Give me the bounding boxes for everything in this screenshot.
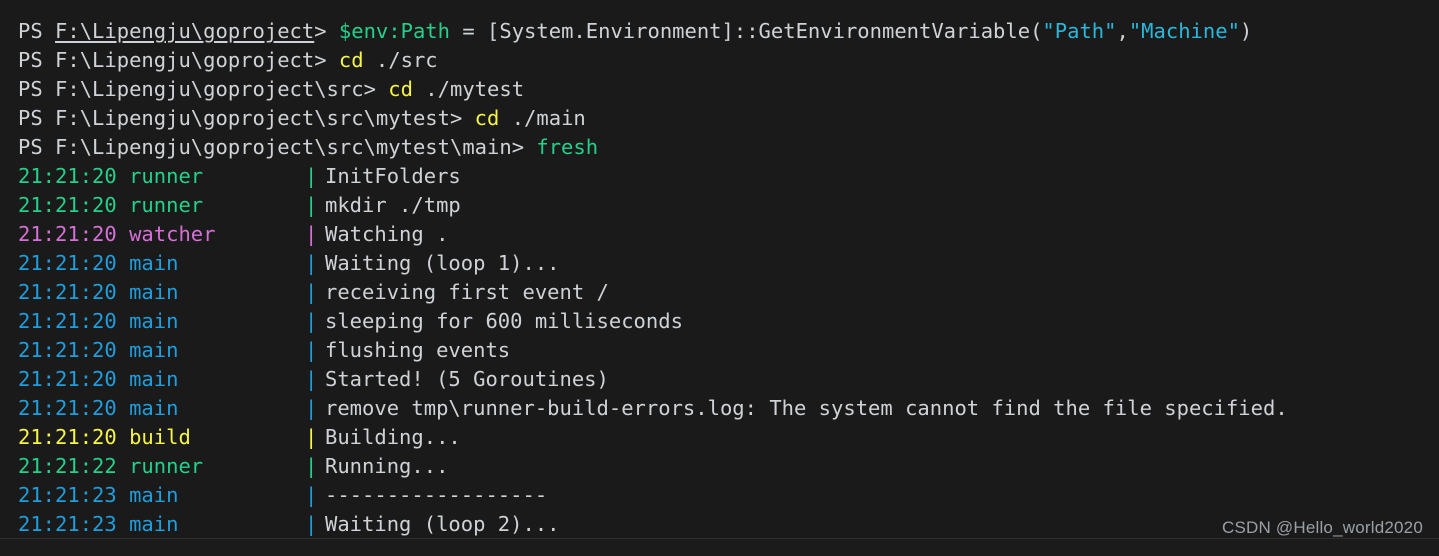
log-line: 21:21:20 main | Waiting (loop 1)... xyxy=(18,249,1439,278)
log-separator-pipe: | xyxy=(305,396,318,420)
log-line: 21:21:20 main | Started! (5 Goroutines) xyxy=(18,365,1439,394)
log-timestamp-tag: 21:21:22 runner xyxy=(18,454,204,478)
log-timestamp-tag: 21:21:20 main xyxy=(18,396,179,420)
log-separator-pipe: | xyxy=(305,222,318,246)
log-line: 21:21:23 main | Waiting (loop 2)... xyxy=(18,510,1439,538)
log-message: receiving first event / xyxy=(325,280,609,304)
prompt-shell-label: PS xyxy=(18,77,43,101)
prompt-path: F:\Lipengju\goproject xyxy=(55,48,315,72)
terminal-window[interactable]: PS F:\Lipengju\goproject> $env:Path = [S… xyxy=(0,0,1439,556)
prompt-shell-label: PS xyxy=(18,106,43,130)
log-timestamp-tag: 21:21:23 main xyxy=(18,512,179,536)
terminal-output-area[interactable]: PS F:\Lipengju\goproject> $env:Path = [S… xyxy=(0,0,1439,538)
log-timestamp-tag: 21:21:20 main xyxy=(18,251,179,275)
log-separator-pipe: | xyxy=(305,425,318,449)
log-separator-pipe: | xyxy=(305,251,318,275)
command-token: cd xyxy=(388,77,413,101)
command-token: , xyxy=(1116,19,1129,43)
log-message: Started! (5 Goroutines) xyxy=(325,367,609,391)
prompt-caret: > xyxy=(363,77,376,101)
prompt-path: F:\Lipengju\goproject\src\mytest xyxy=(55,106,450,130)
prompt-line: PS F:\Lipengju\goproject> $env:Path = [S… xyxy=(18,17,1439,46)
log-separator-pipe: | xyxy=(305,193,318,217)
log-separator-pipe: | xyxy=(305,483,318,507)
log-message: mkdir ./tmp xyxy=(325,193,461,217)
log-line: 21:21:20 runner | mkdir ./tmp xyxy=(18,191,1439,220)
log-line: 21:21:20 watcher | Watching . xyxy=(18,220,1439,249)
command-token: ./main xyxy=(499,106,586,130)
log-message: Building... xyxy=(325,425,461,449)
prompt-caret: > xyxy=(449,106,463,130)
log-timestamp-tag: 21:21:20 runner xyxy=(18,164,204,188)
prompt-path: F:\Lipengju\goproject xyxy=(55,19,315,43)
prompt-line: PS F:\Lipengju\goproject\src\mytest\main… xyxy=(18,133,1439,162)
log-timestamp-tag: 21:21:20 main xyxy=(18,367,179,391)
command-token: $env:Path xyxy=(338,19,450,43)
log-line: 21:21:20 main | sleeping for 600 milliseco… xyxy=(18,307,1439,336)
log-timestamp-tag: 21:21:20 main xyxy=(18,280,179,304)
command-token: "Path" xyxy=(1042,19,1117,43)
command-token: cd xyxy=(474,106,500,130)
log-message: remove tmp\runner-build-errors.log: The … xyxy=(325,396,1288,420)
command-token: ) xyxy=(1239,19,1253,43)
log-separator-pipe: | xyxy=(305,338,318,362)
log-message: Watching . xyxy=(325,222,449,246)
command-token: ./mytest xyxy=(412,77,525,101)
log-line: 21:21:22 runner | Running... xyxy=(18,452,1439,481)
log-timestamp-tag: 21:21:20 main xyxy=(18,338,179,362)
prompt-caret: > xyxy=(314,48,327,72)
log-line: 21:21:23 main | ------------------ xyxy=(18,481,1439,510)
command-token: = [System.Environment]::GetEnvironmentVa… xyxy=(450,19,1043,43)
log-separator-pipe: | xyxy=(305,454,318,478)
terminal-bottom-strip xyxy=(0,538,1439,556)
log-line: 21:21:20 main | receiving first event / xyxy=(18,278,1439,307)
prompt-shell-label: PS xyxy=(18,135,43,159)
log-line: 21:21:20 main | remove tmp\runner-build-er… xyxy=(18,394,1439,423)
command-token: cd xyxy=(338,48,364,72)
log-separator-pipe: | xyxy=(305,164,318,188)
log-separator-pipe: | xyxy=(305,367,318,391)
log-message: Waiting (loop 1)... xyxy=(325,251,560,275)
log-message: ------------------ xyxy=(325,483,548,507)
log-message: Waiting (loop 2)... xyxy=(325,512,560,536)
log-timestamp-tag: 21:21:20 main xyxy=(18,309,179,333)
log-message: Running... xyxy=(325,454,449,478)
log-message: InitFolders xyxy=(325,164,461,188)
log-timestamp-tag: 21:21:20 runner xyxy=(18,193,204,217)
log-message: flushing events xyxy=(325,338,511,362)
log-line: 21:21:20 main | flushing events xyxy=(18,336,1439,365)
log-line: 21:21:20 runner | InitFolders xyxy=(18,162,1439,191)
prompt-path: F:\Lipengju\goproject\src\mytest\main xyxy=(55,135,512,159)
log-timestamp-tag: 21:21:20 build xyxy=(18,425,191,449)
prompt-line: PS F:\Lipengju\goproject> cd ./src xyxy=(18,46,1439,75)
prompt-caret: > xyxy=(314,19,327,43)
prompt-path: F:\Lipengju\goproject\src xyxy=(55,77,364,101)
command-token: "Machine" xyxy=(1128,19,1240,43)
prompt-shell-label: PS xyxy=(18,19,43,43)
log-message: sleeping for 600 milliseconds xyxy=(325,309,683,333)
prompt-shell-label: PS xyxy=(18,48,43,72)
command-token: fresh xyxy=(536,135,599,159)
log-timestamp-tag: 21:21:20 watcher xyxy=(18,222,216,246)
log-separator-pipe: | xyxy=(305,280,318,304)
log-timestamp-tag: 21:21:23 main xyxy=(18,483,179,507)
log-line: 21:21:20 build | Building... xyxy=(18,423,1439,452)
log-separator-pipe: | xyxy=(305,309,318,333)
command-token: ./src xyxy=(363,48,438,72)
prompt-caret: > xyxy=(511,135,525,159)
log-separator-pipe: | xyxy=(305,512,318,536)
prompt-line: PS F:\Lipengju\goproject\src> cd ./mytes… xyxy=(18,75,1439,104)
prompt-line: PS F:\Lipengju\goproject\src\mytest> cd … xyxy=(18,104,1439,133)
